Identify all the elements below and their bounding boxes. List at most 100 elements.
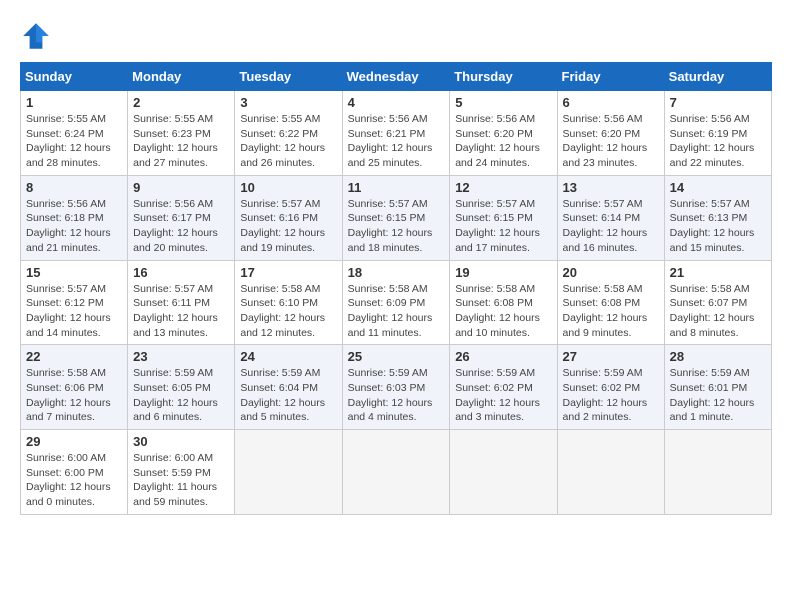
calendar-cell: 12 Sunrise: 5:57 AM Sunset: 6:15 PM Dayl…: [450, 175, 557, 260]
calendar-cell: 4 Sunrise: 5:56 AM Sunset: 6:21 PM Dayli…: [342, 91, 450, 176]
col-wednesday: Wednesday: [342, 63, 450, 91]
calendar-cell: 2 Sunrise: 5:55 AM Sunset: 6:23 PM Dayli…: [128, 91, 235, 176]
calendar-cell: 22 Sunrise: 5:58 AM Sunset: 6:06 PM Dayl…: [21, 345, 128, 430]
day-number: 20: [563, 265, 659, 280]
day-number: 27: [563, 349, 659, 364]
day-number: 21: [670, 265, 766, 280]
day-number: 8: [26, 180, 122, 195]
day-number: 11: [348, 180, 445, 195]
calendar-cell: 21 Sunrise: 5:58 AM Sunset: 6:07 PM Dayl…: [664, 260, 771, 345]
calendar-cell: 7 Sunrise: 5:56 AM Sunset: 6:19 PM Dayli…: [664, 91, 771, 176]
day-info: Sunrise: 5:58 AM Sunset: 6:08 PM Dayligh…: [455, 282, 551, 341]
calendar-cell: 1 Sunrise: 5:55 AM Sunset: 6:24 PM Dayli…: [21, 91, 128, 176]
calendar-cell: 10 Sunrise: 5:57 AM Sunset: 6:16 PM Dayl…: [235, 175, 342, 260]
day-info: Sunrise: 5:59 AM Sunset: 6:02 PM Dayligh…: [455, 366, 551, 425]
day-number: 5: [455, 95, 551, 110]
calendar-cell: 8 Sunrise: 5:56 AM Sunset: 6:18 PM Dayli…: [21, 175, 128, 260]
col-thursday: Thursday: [450, 63, 557, 91]
day-number: 26: [455, 349, 551, 364]
calendar-cell: [235, 430, 342, 515]
day-number: 23: [133, 349, 229, 364]
day-info: Sunrise: 5:56 AM Sunset: 6:19 PM Dayligh…: [670, 112, 766, 171]
day-number: 17: [240, 265, 336, 280]
day-info: Sunrise: 5:56 AM Sunset: 6:21 PM Dayligh…: [348, 112, 445, 171]
day-number: 14: [670, 180, 766, 195]
day-number: 9: [133, 180, 229, 195]
calendar-table: Sunday Monday Tuesday Wednesday Thursday…: [20, 62, 772, 515]
calendar-cell: 15 Sunrise: 5:57 AM Sunset: 6:12 PM Dayl…: [21, 260, 128, 345]
day-number: 22: [26, 349, 122, 364]
calendar-row-3: 15 Sunrise: 5:57 AM Sunset: 6:12 PM Dayl…: [21, 260, 772, 345]
day-info: Sunrise: 5:59 AM Sunset: 6:02 PM Dayligh…: [563, 366, 659, 425]
calendar-cell: 6 Sunrise: 5:56 AM Sunset: 6:20 PM Dayli…: [557, 91, 664, 176]
calendar-cell: 9 Sunrise: 5:56 AM Sunset: 6:17 PM Dayli…: [128, 175, 235, 260]
calendar-row-4: 22 Sunrise: 5:58 AM Sunset: 6:06 PM Dayl…: [21, 345, 772, 430]
day-number: 3: [240, 95, 336, 110]
day-info: Sunrise: 6:00 AM Sunset: 6:00 PM Dayligh…: [26, 451, 122, 510]
calendar-cell: 25 Sunrise: 5:59 AM Sunset: 6:03 PM Dayl…: [342, 345, 450, 430]
day-number: 12: [455, 180, 551, 195]
day-info: Sunrise: 5:59 AM Sunset: 6:03 PM Dayligh…: [348, 366, 445, 425]
calendar-cell: 13 Sunrise: 5:57 AM Sunset: 6:14 PM Dayl…: [557, 175, 664, 260]
calendar-cell: [450, 430, 557, 515]
day-number: 16: [133, 265, 229, 280]
day-info: Sunrise: 5:57 AM Sunset: 6:14 PM Dayligh…: [563, 197, 659, 256]
calendar-cell: 18 Sunrise: 5:58 AM Sunset: 6:09 PM Dayl…: [342, 260, 450, 345]
day-info: Sunrise: 5:57 AM Sunset: 6:15 PM Dayligh…: [348, 197, 445, 256]
day-number: 15: [26, 265, 122, 280]
day-number: 30: [133, 434, 229, 449]
day-number: 24: [240, 349, 336, 364]
calendar-cell: 11 Sunrise: 5:57 AM Sunset: 6:15 PM Dayl…: [342, 175, 450, 260]
page-header: [20, 20, 772, 52]
col-friday: Friday: [557, 63, 664, 91]
calendar-cell: 24 Sunrise: 5:59 AM Sunset: 6:04 PM Dayl…: [235, 345, 342, 430]
calendar-header-row: Sunday Monday Tuesday Wednesday Thursday…: [21, 63, 772, 91]
day-number: 19: [455, 265, 551, 280]
day-info: Sunrise: 5:57 AM Sunset: 6:13 PM Dayligh…: [670, 197, 766, 256]
calendar-cell: [342, 430, 450, 515]
calendar-row-1: 1 Sunrise: 5:55 AM Sunset: 6:24 PM Dayli…: [21, 91, 772, 176]
day-number: 29: [26, 434, 122, 449]
day-info: Sunrise: 5:58 AM Sunset: 6:07 PM Dayligh…: [670, 282, 766, 341]
day-info: Sunrise: 5:57 AM Sunset: 6:16 PM Dayligh…: [240, 197, 336, 256]
day-info: Sunrise: 5:57 AM Sunset: 6:11 PM Dayligh…: [133, 282, 229, 341]
day-info: Sunrise: 5:55 AM Sunset: 6:23 PM Dayligh…: [133, 112, 229, 171]
day-info: Sunrise: 5:56 AM Sunset: 6:18 PM Dayligh…: [26, 197, 122, 256]
calendar-row-5: 29 Sunrise: 6:00 AM Sunset: 6:00 PM Dayl…: [21, 430, 772, 515]
day-info: Sunrise: 5:58 AM Sunset: 6:06 PM Dayligh…: [26, 366, 122, 425]
day-info: Sunrise: 5:58 AM Sunset: 6:09 PM Dayligh…: [348, 282, 445, 341]
calendar-cell: 5 Sunrise: 5:56 AM Sunset: 6:20 PM Dayli…: [450, 91, 557, 176]
calendar-cell: 26 Sunrise: 5:59 AM Sunset: 6:02 PM Dayl…: [450, 345, 557, 430]
day-number: 13: [563, 180, 659, 195]
logo: [20, 20, 56, 52]
day-info: Sunrise: 5:55 AM Sunset: 6:24 PM Dayligh…: [26, 112, 122, 171]
day-info: Sunrise: 5:57 AM Sunset: 6:12 PM Dayligh…: [26, 282, 122, 341]
calendar-cell: 29 Sunrise: 6:00 AM Sunset: 6:00 PM Dayl…: [21, 430, 128, 515]
calendar-cell: 16 Sunrise: 5:57 AM Sunset: 6:11 PM Dayl…: [128, 260, 235, 345]
day-info: Sunrise: 5:58 AM Sunset: 6:08 PM Dayligh…: [563, 282, 659, 341]
calendar-cell: 20 Sunrise: 5:58 AM Sunset: 6:08 PM Dayl…: [557, 260, 664, 345]
calendar-cell: [557, 430, 664, 515]
day-number: 2: [133, 95, 229, 110]
day-info: Sunrise: 5:55 AM Sunset: 6:22 PM Dayligh…: [240, 112, 336, 171]
calendar-cell: 14 Sunrise: 5:57 AM Sunset: 6:13 PM Dayl…: [664, 175, 771, 260]
day-info: Sunrise: 5:56 AM Sunset: 6:20 PM Dayligh…: [455, 112, 551, 171]
day-number: 6: [563, 95, 659, 110]
col-monday: Monday: [128, 63, 235, 91]
day-number: 1: [26, 95, 122, 110]
day-info: Sunrise: 5:56 AM Sunset: 6:17 PM Dayligh…: [133, 197, 229, 256]
day-number: 25: [348, 349, 445, 364]
calendar-cell: 19 Sunrise: 5:58 AM Sunset: 6:08 PM Dayl…: [450, 260, 557, 345]
day-number: 4: [348, 95, 445, 110]
col-tuesday: Tuesday: [235, 63, 342, 91]
calendar-cell: 28 Sunrise: 5:59 AM Sunset: 6:01 PM Dayl…: [664, 345, 771, 430]
day-info: Sunrise: 5:57 AM Sunset: 6:15 PM Dayligh…: [455, 197, 551, 256]
day-info: Sunrise: 5:56 AM Sunset: 6:20 PM Dayligh…: [563, 112, 659, 171]
day-number: 10: [240, 180, 336, 195]
logo-icon: [20, 20, 52, 52]
calendar-cell: 27 Sunrise: 5:59 AM Sunset: 6:02 PM Dayl…: [557, 345, 664, 430]
calendar-cell: 23 Sunrise: 5:59 AM Sunset: 6:05 PM Dayl…: [128, 345, 235, 430]
calendar-cell: [664, 430, 771, 515]
calendar-cell: 17 Sunrise: 5:58 AM Sunset: 6:10 PM Dayl…: [235, 260, 342, 345]
day-number: 18: [348, 265, 445, 280]
